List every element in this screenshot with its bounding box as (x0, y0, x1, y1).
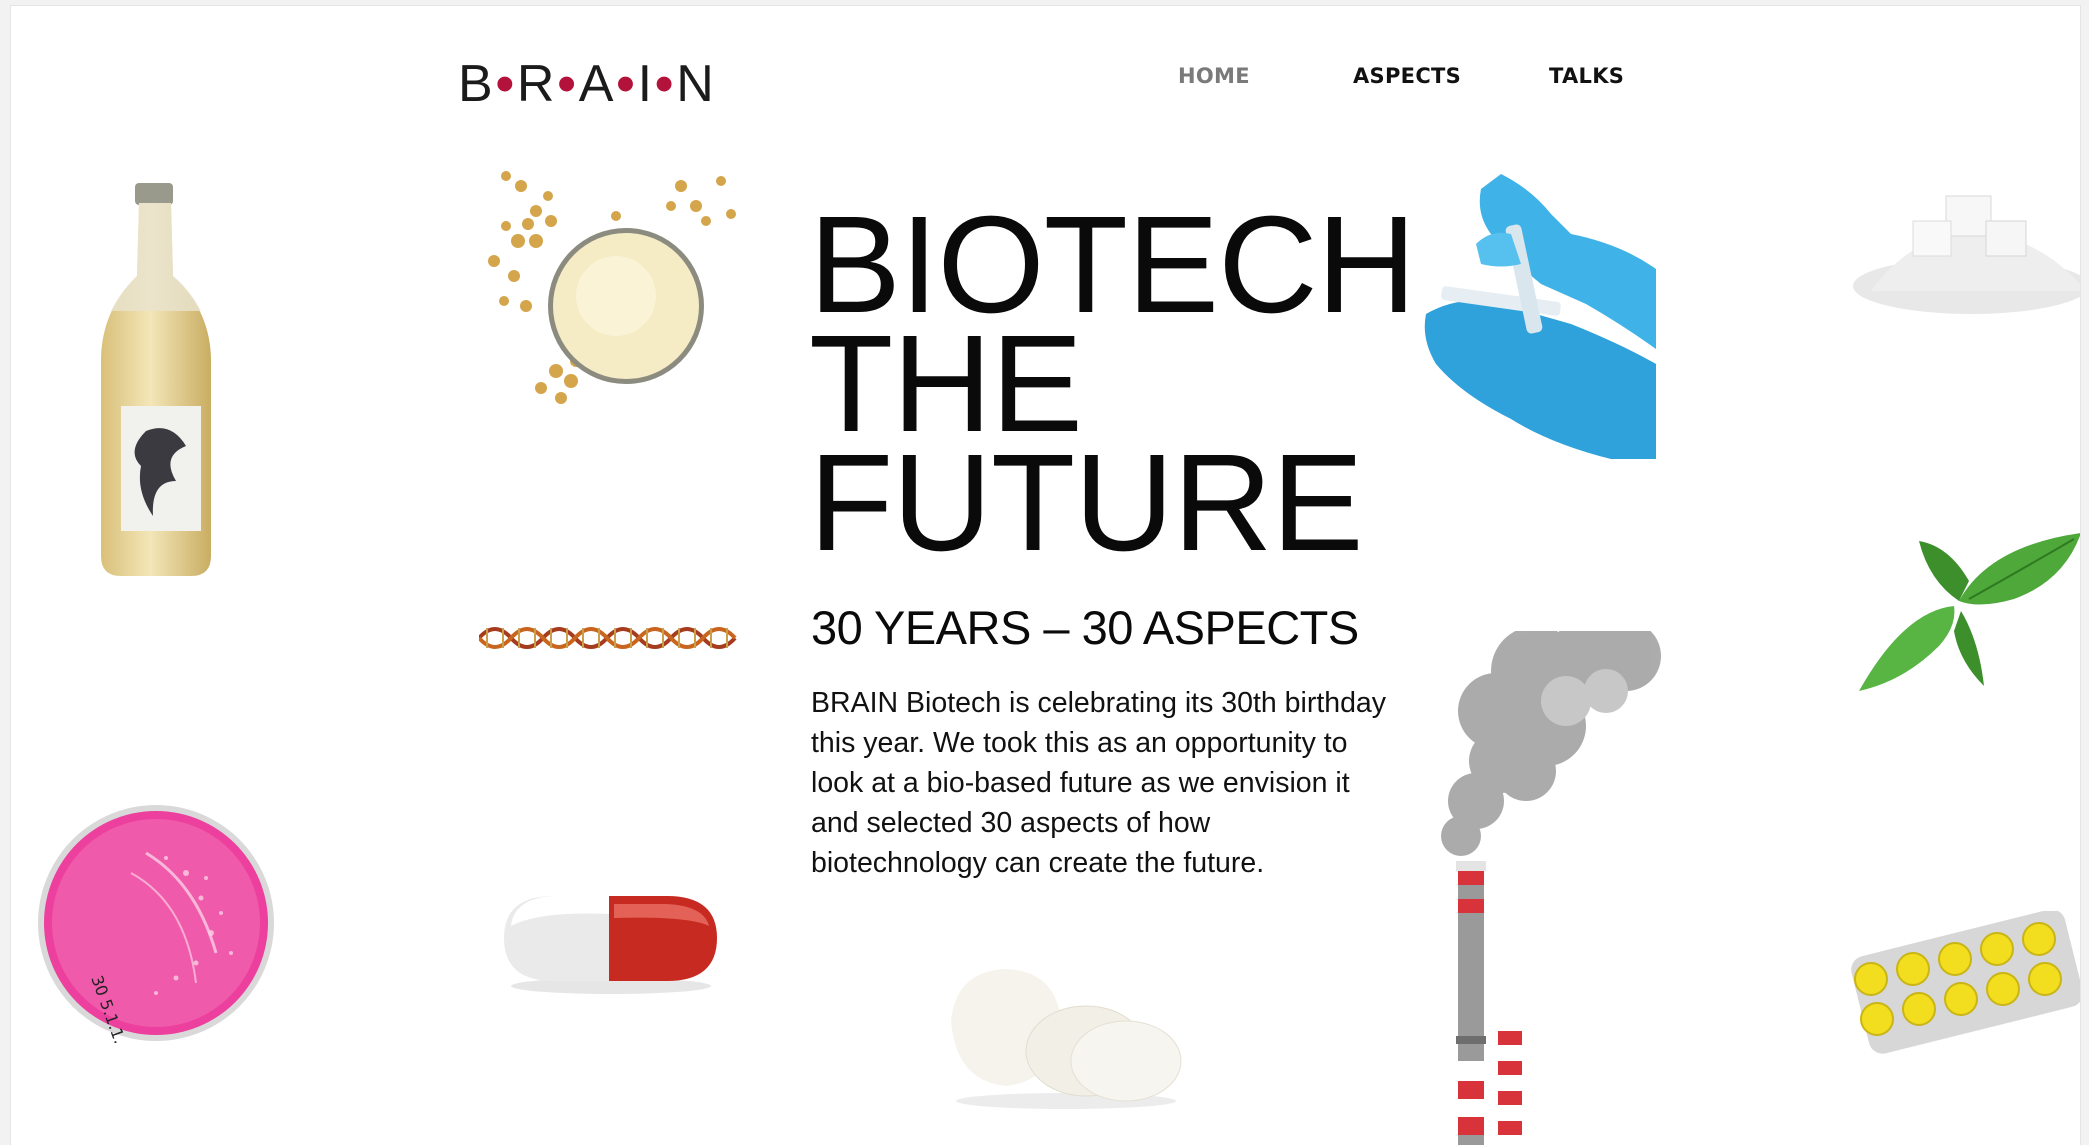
logo-letter: A (578, 55, 615, 113)
wine-bottle-image[interactable] (91, 181, 221, 581)
brain-logo[interactable]: B•R•A•I•N (458, 54, 715, 114)
logo-dot: • (557, 55, 577, 113)
capsule-pill-image[interactable] (499, 886, 724, 996)
logo-dot: • (655, 55, 675, 113)
gloved-hands-test-image[interactable] (1421, 174, 1661, 464)
mozzarella-image[interactable] (946, 961, 1186, 1111)
mint-leaves-image[interactable] (1849, 521, 2081, 701)
nav-aspects-link[interactable]: ASPECTS (1353, 64, 1461, 88)
logo-letter: I (637, 55, 654, 113)
petri-dish-image[interactable]: 30 5.1.1.17 (36, 803, 276, 1043)
logo-dot: • (495, 55, 515, 113)
pill-blister-image[interactable] (1849, 911, 2081, 1061)
nav-talks-link[interactable]: TALKS (1549, 64, 1624, 88)
sugar-cubes-image[interactable] (1851, 181, 2081, 316)
nav-home-link[interactable]: HOME (1178, 64, 1250, 88)
headline-line: FUTURE (809, 426, 1364, 580)
page: B•R•A•I•N HOME ASPECTS TALKS BIOTECH THE… (10, 5, 2081, 1145)
hero-headline: BIOTECH THE FUTURE (809, 196, 1416, 580)
logo-letter: N (676, 55, 715, 113)
dna-helix-image[interactable] (479, 616, 739, 661)
hero-subheadline: 30 YEARS – 30 ASPECTS (811, 601, 1359, 654)
hero-intro-text: BRAIN Biotech is celebrating its 30th bi… (811, 687, 1387, 879)
smoke-chimneys-image[interactable] (1416, 631, 1661, 1145)
logo-dot: • (616, 55, 636, 113)
soy-milk-image[interactable] (466, 166, 746, 411)
logo-letter: R (516, 55, 556, 113)
logo-letter: B (458, 55, 494, 113)
